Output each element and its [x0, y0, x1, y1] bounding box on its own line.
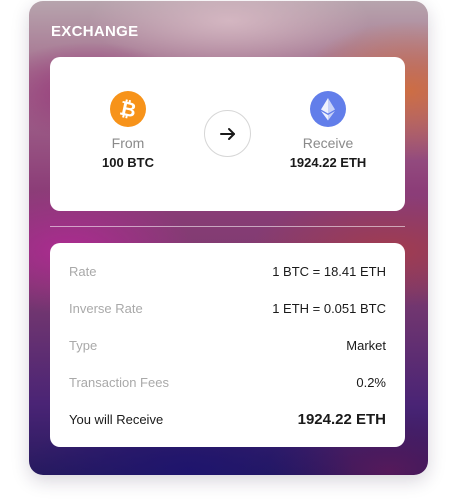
detail-value: 1 ETH = 0.051 BTC: [272, 301, 386, 316]
arrow-right-icon: [220, 128, 235, 140]
detail-row-inverse-rate: Inverse Rate 1 ETH = 0.051 BTC: [69, 301, 386, 321]
from-label: From: [111, 135, 145, 151]
ethereum-icon: [310, 91, 346, 127]
detail-label: Transaction Fees: [69, 375, 169, 390]
card-title: EXCHANGE: [51, 23, 139, 40]
detail-label: Type: [69, 338, 98, 353]
exchange-card: EXCHANGE ₿ From 100 BTC Receive 1924.22 …: [29, 1, 428, 475]
swap-panel: ₿ From 100 BTC Receive 1924.22 ETH: [50, 57, 405, 211]
bitcoin-icon: ₿: [110, 91, 146, 127]
detail-row-total: You will Receive 1924.22 ETH: [69, 411, 386, 432]
from-section: ₿ From 100 BTC: [68, 57, 188, 170]
total-value: 1924.22 ETH: [297, 411, 386, 428]
detail-value: 0.2%: [356, 375, 386, 390]
svg-text:₿: ₿: [118, 96, 139, 123]
swap-direction-button[interactable]: [204, 110, 251, 157]
total-label: You will Receive: [69, 412, 164, 427]
detail-row-rate: Rate 1 BTC = 18.41 ETH: [69, 264, 386, 284]
receive-amount: 1924.22 ETH: [289, 155, 367, 170]
detail-label: Rate: [69, 264, 97, 279]
detail-row-fees: Transaction Fees 0.2%: [69, 375, 386, 395]
details-panel: Rate 1 BTC = 18.41 ETH Inverse Rate 1 ET…: [50, 243, 405, 447]
detail-label: Inverse Rate: [69, 301, 143, 316]
divider: [50, 226, 405, 227]
receive-label: Receive: [302, 135, 354, 151]
detail-row-type: Type Market: [69, 338, 386, 358]
from-amount: 100 BTC: [101, 155, 155, 170]
detail-value: Market: [346, 338, 386, 353]
detail-value: 1 BTC = 18.41 ETH: [272, 264, 386, 279]
receive-section: Receive 1924.22 ETH: [268, 57, 388, 170]
